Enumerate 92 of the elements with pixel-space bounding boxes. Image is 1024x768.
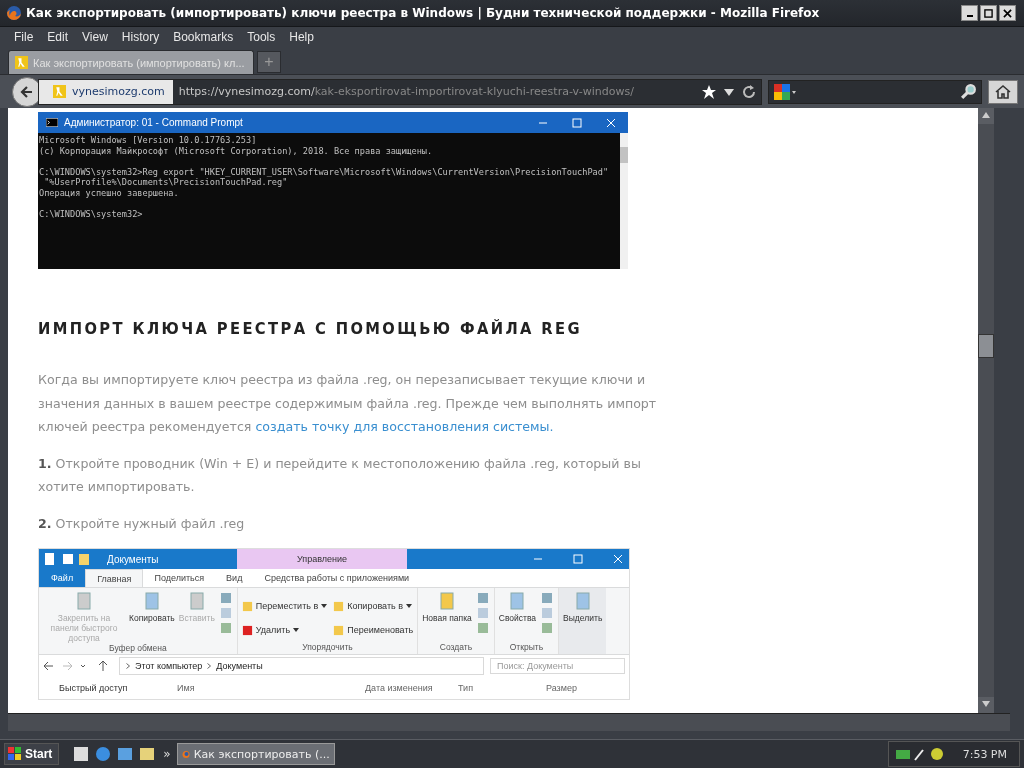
small-icons-drawing (218, 591, 233, 635)
ribbon-group-label: Упорядочить (302, 642, 353, 652)
down-arrow-icon[interactable] (982, 701, 990, 707)
clock: 7:53 PM (962, 747, 1007, 761)
square-icon (333, 624, 345, 636)
ribbon-group-label: Открыть (509, 642, 544, 652)
close-icon[interactable] (606, 117, 616, 128)
home-icon (995, 83, 1011, 100)
close-icon (1003, 8, 1012, 18)
document-icon (437, 591, 457, 611)
tray-icons[interactable] (894, 746, 945, 762)
chevron-icon (126, 663, 130, 669)
path-field[interactable]: Этот компьютер Документы (119, 657, 484, 675)
taskbar-button[interactable]: Как экспортировать (... (176, 743, 335, 765)
more-button[interactable]: » (163, 747, 171, 761)
menu-item[interactable]: History (115, 29, 168, 44)
ribbon-group-label: Буфер обмена (109, 643, 167, 653)
ribbon-button[interactable]: Переместить в (241, 600, 328, 612)
ribbon-button[interactable]: Свойства (498, 591, 537, 623)
console-line: C:\WINDOWS\system32>Reg export "HKEY_CURRENT_USER\Software\Microsoft\Windows\CurrentVersion\PrecisionTouchPad" (39, 166, 610, 178)
ribbon-button[interactable]: Удалить (241, 624, 328, 636)
horizontal-scrollbar[interactable] (8, 713, 1010, 731)
ribbon-button[interactable]: Переименовать (333, 624, 414, 636)
window-title: Как экспортировать (импортировать) ключи реестра в Windows | Будни технической поддержки - Mozilla Firefox (26, 6, 821, 20)
nav-pane-item[interactable]: Быстрый доступ (39, 683, 169, 693)
ribbon-tab[interactable]: Средства работы с приложениями (253, 569, 421, 587)
star-icon[interactable] (701, 83, 717, 100)
menu-item[interactable]: View (76, 29, 116, 44)
maximize-icon[interactable] (573, 554, 583, 564)
menu-item[interactable]: Tools (241, 29, 284, 44)
menu-item[interactable]: File (8, 29, 42, 44)
column-header[interactable]: Размер (538, 683, 577, 693)
windows-flag-icon (8, 747, 22, 761)
square-icon (333, 600, 345, 612)
paragraph: Когда вы импортируете ключ реестра из файла .reg, он перезаписывает текущие ключи и значения данных в вашем реестре содержимым файла .reg. Прежде чем выполнять импорт ключей реестра рекомендуется создать точку для восстановления системы. (38, 371, 658, 436)
close-icon[interactable] (613, 554, 623, 564)
column-header[interactable]: Тип (450, 683, 538, 693)
menu-item[interactable]: Bookmarks (167, 29, 242, 44)
ribbon-tab[interactable]: Главная (85, 569, 144, 587)
site-identity-badge[interactable]: vynesimozg.com (39, 79, 173, 104)
maximize-button[interactable] (980, 5, 997, 21)
square-icon (241, 600, 253, 612)
small-icons-drawing (540, 591, 555, 635)
firefox-icon (6, 5, 22, 21)
search-engine-icon[interactable] (773, 83, 797, 100)
minimize-icon (966, 15, 973, 17)
minimize-button[interactable] (961, 5, 978, 21)
home-button[interactable] (988, 79, 1018, 104)
restore-point-link[interactable]: создать точку для восстановления системы. (255, 419, 554, 434)
document-icon (74, 591, 94, 611)
ribbon-tab[interactable]: Поделиться (143, 569, 216, 587)
address-field[interactable]: vynesimozg.com https://vynesimozg.com/kak-eksportirovat-importirovat-klyuchi-reestra-v-windows/ (38, 78, 762, 105)
paragraph: 1. Откройте проводник (Win + E) и перейдите к местоположению файла .reg, который вы хотите импортировать. (38, 454, 642, 496)
ribbon-button[interactable]: Копировать в (333, 600, 414, 612)
vertical-scrollbar[interactable] (978, 108, 994, 713)
console-line: Операция успешно завершена. (39, 187, 180, 199)
window-title: Администратор: 01 - Command Prompt (64, 117, 244, 128)
maximize-icon (984, 8, 993, 18)
ribbon-button[interactable]: Новая папка (422, 591, 472, 623)
maximize-icon[interactable] (572, 117, 582, 128)
site-icon (53, 85, 66, 98)
console-line: (c) Корпорация Майкрософт (Microsoft Corporation), 2018. Все права защищены. (39, 145, 434, 157)
section-heading: ИМПОРТ КЛЮЧА РЕЕСТРА С ПОМОЩЬЮ ФАЙЛА REG (38, 319, 583, 338)
start-button[interactable]: Start (4, 743, 60, 765)
square-icon (241, 624, 253, 636)
paragraph: 2. Откройте нужный файл .reg (38, 514, 246, 533)
console-line: "%UserProfile%\Documents\PrecisionTouchPad.reg" (43, 177, 289, 188)
menu-item[interactable]: Edit (41, 29, 77, 44)
reload-icon[interactable] (741, 83, 757, 100)
ribbon-tab[interactable]: Вид (215, 569, 254, 587)
column-header[interactable]: Дата изменения (357, 683, 450, 693)
console-line: Microsoft Windows [Version 10.0.17763.253] (39, 135, 258, 146)
scrollbar-thumb[interactable] (978, 334, 994, 358)
search-icon[interactable] (960, 83, 977, 100)
ribbon-button[interactable]: Копировать (129, 591, 175, 623)
chevron-icon (207, 663, 212, 669)
context-tab[interactable]: Управление (237, 549, 407, 569)
ribbon-tab[interactable]: Файл (39, 569, 86, 587)
window-title: Документы (106, 553, 160, 565)
menu-item[interactable]: Help (283, 29, 322, 44)
close-button[interactable] (999, 5, 1016, 21)
scrollbar[interactable] (620, 133, 628, 269)
site-icon (15, 56, 28, 69)
search-field[interactable] (768, 79, 982, 104)
up-arrow-icon[interactable] (982, 112, 990, 118)
url-text: https://vynesimozg.com/kak-eksportirovat-importirovat-klyuchi-reestra-v-windows/ (177, 85, 635, 98)
back-arrow-icon (19, 83, 35, 100)
ribbon-group-label: Создать (439, 642, 473, 652)
column-header[interactable]: Имя (169, 683, 357, 693)
console-line: C:\WINDOWS\system32> (39, 209, 144, 220)
console-icon (46, 118, 58, 127)
small-icons-drawing (475, 591, 490, 635)
